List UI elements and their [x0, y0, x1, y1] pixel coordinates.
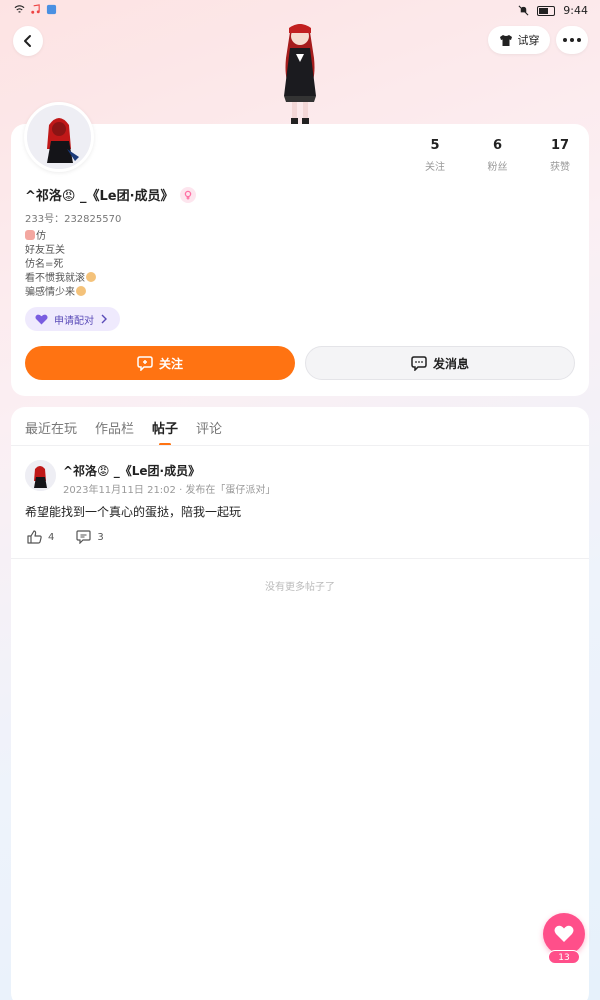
message-button[interactable]: 发消息 — [305, 346, 575, 380]
divider — [11, 445, 589, 446]
post-text: 希望能找到一个真心的蛋挞，陪我一起玩 — [25, 505, 242, 519]
stat-label: 关注 — [425, 162, 445, 173]
status-time: 9:44 — [563, 4, 588, 17]
stat-label: 获赞 — [550, 162, 570, 173]
stat-followers[interactable]: 6 粉丝 — [473, 138, 523, 173]
chat-bubble-icon — [411, 355, 427, 371]
bio: 仿 好友互关 仿名=死 看不惯我就滚 骗感情少来 — [25, 230, 96, 300]
gender-female-icon — [179, 186, 196, 203]
nickname: ^祁洛😡 _《Le团·成员》 — [25, 189, 174, 204]
stat-value: 5 — [430, 138, 440, 153]
avatar-image — [27, 105, 91, 169]
status-right: 9:44 — [518, 4, 588, 17]
character-avatar-figure — [284, 24, 316, 125]
tab-comments[interactable]: 评论 — [196, 418, 222, 445]
thumbs-up-icon — [27, 530, 42, 544]
more-options-button[interactable] — [556, 26, 588, 54]
post-actions: 4 3 — [27, 530, 104, 544]
post-item[interactable]: ^祁洛😡 _《Le团·成员》 2023年11月11日 21:02 · 发布在「蛋… — [25, 460, 575, 550]
post-avatar-image — [25, 460, 56, 491]
apply-pair-label: 申请配对 — [54, 315, 94, 327]
post-author-avatar[interactable] — [25, 460, 56, 491]
post-comment-button[interactable]: 3 — [76, 530, 104, 544]
avatar[interactable] — [24, 102, 94, 172]
user-id: 233号：232825570 — [25, 214, 122, 225]
divider — [11, 558, 589, 559]
profile-tabs: 最近在玩 作品栏 帖子 评论 — [25, 418, 222, 445]
more-dot-icon — [577, 38, 581, 42]
post-like-count: 4 — [48, 531, 55, 543]
try-on-button[interactable]: 试穿 — [488, 26, 550, 54]
chevron-right-icon — [101, 314, 107, 324]
message-label: 发消息 — [432, 356, 469, 371]
floating-like-button[interactable] — [543, 913, 585, 955]
wifi-icon — [14, 5, 25, 13]
follow-label: 关注 — [158, 356, 183, 371]
annoyed-face-emoji-icon — [76, 286, 86, 296]
try-on-label: 试穿 — [517, 34, 540, 47]
bio-line: 好友互关 — [25, 245, 65, 256]
battery-icon — [537, 5, 556, 16]
back-button[interactable] — [13, 26, 43, 56]
bio-line: 仿 — [25, 230, 96, 244]
more-dot-icon — [563, 38, 567, 42]
stat-following[interactable]: 5 关注 — [410, 138, 460, 173]
tab-posts[interactable]: 帖子 — [152, 418, 178, 445]
floating-like-count: 13 — [548, 950, 580, 964]
profile-stats: 5 关注 6 粉丝 17 获赞 — [410, 138, 585, 173]
follow-button[interactable]: 关注 — [25, 346, 295, 380]
status-left — [14, 4, 57, 15]
comment-icon — [76, 530, 91, 544]
apply-pair-button[interactable]: 申请配对 — [25, 307, 120, 331]
post-comment-count: 3 — [97, 531, 104, 543]
post-meta: 2023年11月11日 21:02 · 发布在「蛋仔派对」 — [63, 485, 276, 496]
bio-line: 仿名=死 — [25, 259, 64, 270]
profile-nickname-row: ^祁洛😡 _《Le团·成员》 — [25, 185, 196, 204]
prohibited-emoji-icon — [25, 230, 35, 240]
music-icon — [31, 4, 40, 14]
tshirt-icon — [499, 34, 512, 46]
stat-likes[interactable]: 17 获赞 — [535, 138, 585, 173]
angry-face-emoji-icon — [86, 272, 96, 282]
tab-works[interactable]: 作品栏 — [95, 418, 134, 445]
bio-line: 骗感情少来 — [25, 286, 96, 300]
tab-recently-played[interactable]: 最近在玩 — [25, 418, 77, 445]
bio-line: 看不惯我就滚 — [25, 272, 96, 286]
mute-icon — [518, 5, 529, 16]
heart-icon — [35, 314, 48, 324]
more-dot-icon — [570, 38, 574, 42]
post-like-button[interactable]: 4 — [27, 530, 54, 544]
chevron-left-icon — [24, 35, 31, 47]
stat-label: 粉丝 — [487, 162, 508, 173]
add-friend-chat-icon — [137, 355, 153, 371]
no-more-posts-text: 没有更多帖子了 — [265, 582, 335, 593]
stat-value: 6 — [492, 138, 503, 153]
stat-value: 17 — [550, 138, 570, 153]
app-notification-icon — [46, 4, 57, 15]
heart-icon — [554, 925, 574, 942]
post-author-name[interactable]: ^祁洛😡 _《Le团·成员》 — [63, 462, 200, 479]
